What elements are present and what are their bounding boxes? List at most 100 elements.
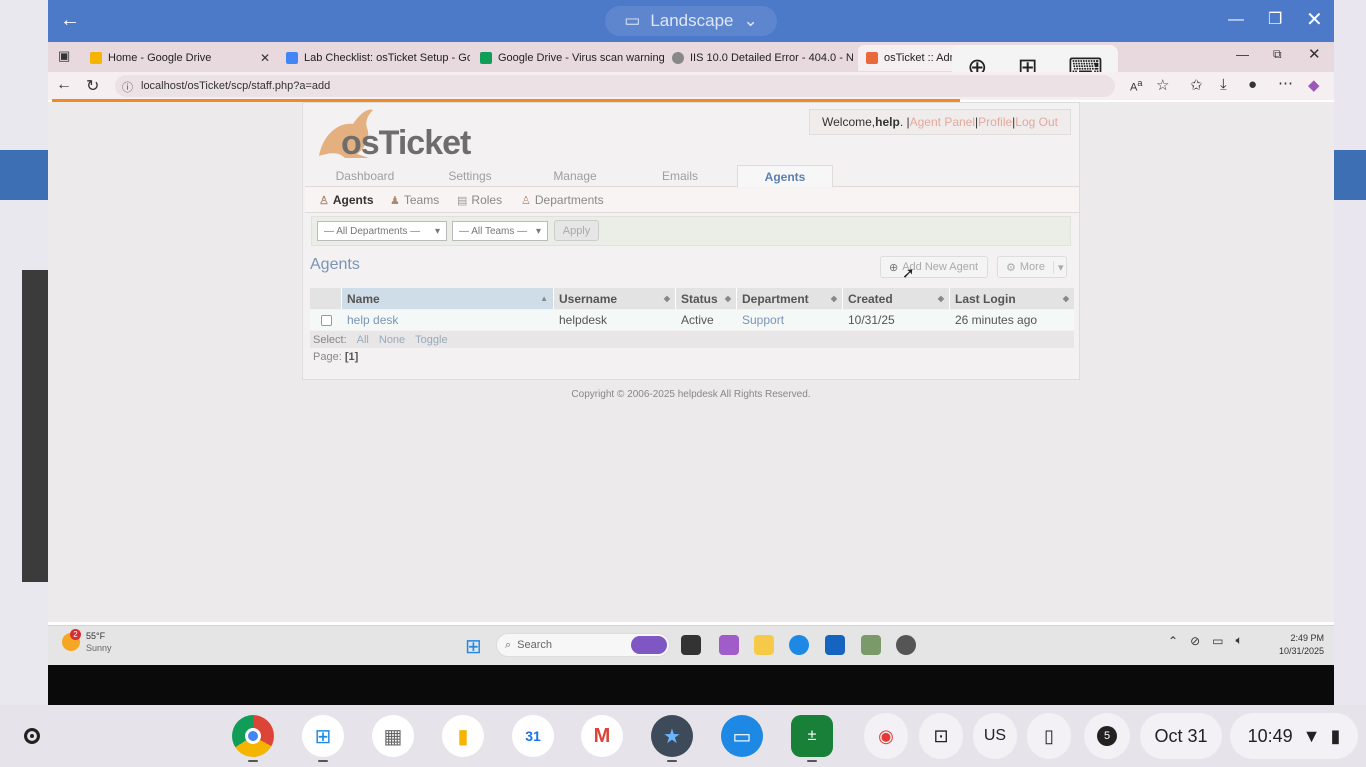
tab-google-drive[interactable]: Home - Google Drive ✕ [82,45,278,71]
hidden-icon[interactable]: ⊘ [1190,634,1200,648]
page-number[interactable]: [1] [345,351,358,363]
row-checkbox[interactable] [320,314,332,326]
reload-icon[interactable]: ↻ [86,76,99,96]
more-button[interactable]: ⚙ More ▾ [997,256,1067,278]
status-tray[interactable]: 10:49 ▼ ▮ [1230,713,1358,759]
apply-button[interactable]: Apply [554,220,599,241]
agent-panel-link[interactable]: Agent Panel [910,115,975,129]
profile-icon[interactable]: ● [1248,76,1257,93]
iis-manager-icon[interactable] [896,635,916,655]
launcher-icon[interactable] [12,716,52,756]
docs-icon [286,52,298,64]
select-value: — All Departments — [324,225,421,237]
cell-department[interactable]: Support [737,310,843,330]
restore-icon[interactable]: ⧉ [1273,47,1282,62]
weather-widget[interactable]: 2 55°F Sunny [62,629,112,654]
browser-tabstrip: ▣ Home - Google Drive ✕ Lab Checklist: os… [48,42,1334,72]
header-last-login[interactable]: Last Login ◆ [950,288,1074,309]
keyboard-layout-indicator[interactable]: US [973,713,1017,759]
cell-status: Active [676,310,737,330]
phone-hub-icon[interactable]: ▯ [1027,713,1071,759]
windows-app-icon[interactable]: ⊞ [302,715,344,757]
landscape-icon: ▭ [624,11,641,30]
header-name[interactable]: Name ▲ [342,288,554,309]
gmail-icon[interactable]: M [581,715,623,757]
header-created[interactable]: Created ◆ [843,288,950,309]
chevron-up-icon[interactable]: ⌃ [1168,634,1178,648]
header-username[interactable]: Username ◆ [554,288,676,309]
cell-created: 10/31/25 [843,310,950,330]
select-all-link[interactable]: All [357,334,369,346]
windows-clock[interactable]: 2:49 PM 10/31/2025 [1262,632,1324,658]
tab-emails[interactable]: Emails [628,165,732,187]
profile-link[interactable]: Profile [978,115,1012,129]
store-icon[interactable] [825,635,845,655]
site-info-icon[interactable]: ⓘ [122,79,133,95]
tab-manage[interactable]: Manage [523,165,627,187]
close-icon[interactable]: ✕ [1306,7,1323,32]
favorite-star-icon[interactable]: ☆ [1156,76,1169,94]
close-icon[interactable]: ✕ [260,51,270,65]
notification-count: 5 [1097,726,1117,746]
edge-icon[interactable] [789,635,809,655]
calculator-icon[interactable]: ± [791,715,833,757]
copilot-icon[interactable]: ◆ [1308,76,1320,94]
read-aloud-icon[interactable]: Aa [1130,78,1142,94]
tab-agents[interactable]: Agents [737,165,833,187]
battery-icon: ▮ [1330,725,1341,746]
favorites-icon[interactable]: ✩ [1190,76,1203,94]
subnav-agents[interactable]: ♙ Agents [319,193,374,207]
department-select[interactable]: — All Departments — ▾ [317,221,447,241]
osticket-logo[interactable]: osTicket [309,104,479,162]
network-app-icon[interactable] [861,635,881,655]
subnav-roles[interactable]: ▤ Roles [457,193,502,207]
subnav-label: Agents [332,193,374,207]
select-toggle-link[interactable]: Toggle [415,334,447,346]
calendar-icon[interactable]: 31 [512,715,554,757]
header-status[interactable]: Status ◆ [676,288,737,309]
orientation-toggle[interactable]: ▭ Landscape ⌄ [605,6,777,36]
windows-start-icon[interactable]: ⊞ [465,634,482,659]
more-menu-icon[interactable]: ⋯ [1278,74,1293,92]
task-view-icon[interactable] [681,635,701,655]
tab-dashboard[interactable]: Dashboard [313,165,417,187]
minimize-icon[interactable]: — [1228,11,1244,29]
copyright: Copyright © 2006-2025 helpdesk All Right… [571,389,811,400]
back-icon[interactable]: ← [56,76,72,94]
minimize-icon[interactable]: — [1236,47,1249,62]
keep-icon[interactable]: ▮ [442,715,484,757]
gallery-icon[interactable]: ▦ [372,715,414,757]
address-field[interactable]: ⓘ localhost/osTicket/scp/staff.php?a=add [115,75,1115,97]
files-icon[interactable]: ▭ [721,715,763,757]
network-icon[interactable]: ▭ [1212,634,1223,648]
date-tray[interactable]: Oct 31 [1140,713,1222,759]
file-explorer-icon[interactable] [754,635,774,655]
host-desktop-right [1334,0,1366,705]
tab-settings[interactable]: Settings [418,165,522,187]
tab-virus-scan[interactable]: Google Drive - Virus scan warning✕ [472,45,664,71]
subnav-teams[interactable]: ♟ Teams [390,193,439,207]
clipboard-icon[interactable]: ⊡ [919,713,963,759]
app-manager-icon[interactable]: ★ [651,715,693,757]
tab-iis-error[interactable]: IIS 10.0 Detailed Error - 404.0 - N✕ [664,45,858,71]
back-arrow-icon[interactable]: ← [60,9,80,32]
select-none-link[interactable]: None [379,334,405,346]
tab-title: osTicket :: Admi [884,52,962,64]
downloads-icon[interactable]: ⤓ [1220,76,1227,93]
notification-counter[interactable]: 5 [1084,713,1130,759]
windows-search-box[interactable]: ⌕ Search [496,633,670,657]
subnav-departments[interactable]: ♙ Departments [521,193,604,207]
team-select[interactable]: — All Teams — ▾ [452,221,548,241]
tab-lab-checklist[interactable]: Lab Checklist: osTicket Setup - Go✕ [278,45,470,71]
screen-record-icon[interactable]: ◉ [864,713,908,759]
volume-icon[interactable]: 🔈︎ [1235,633,1242,648]
sidebar-icon[interactable]: ▣ [58,48,70,64]
header-department[interactable]: Department ◆ [737,288,843,309]
cell-name[interactable]: help desk [342,310,554,330]
close-icon[interactable]: ✕ [1308,45,1321,63]
add-new-agent-button[interactable]: ⊕ Add New Agent [880,256,988,278]
restore-icon[interactable]: ❐ [1268,9,1282,29]
logout-link[interactable]: Log Out [1015,115,1058,129]
copilot-app-icon[interactable] [719,635,739,655]
chrome-icon[interactable] [232,715,274,757]
